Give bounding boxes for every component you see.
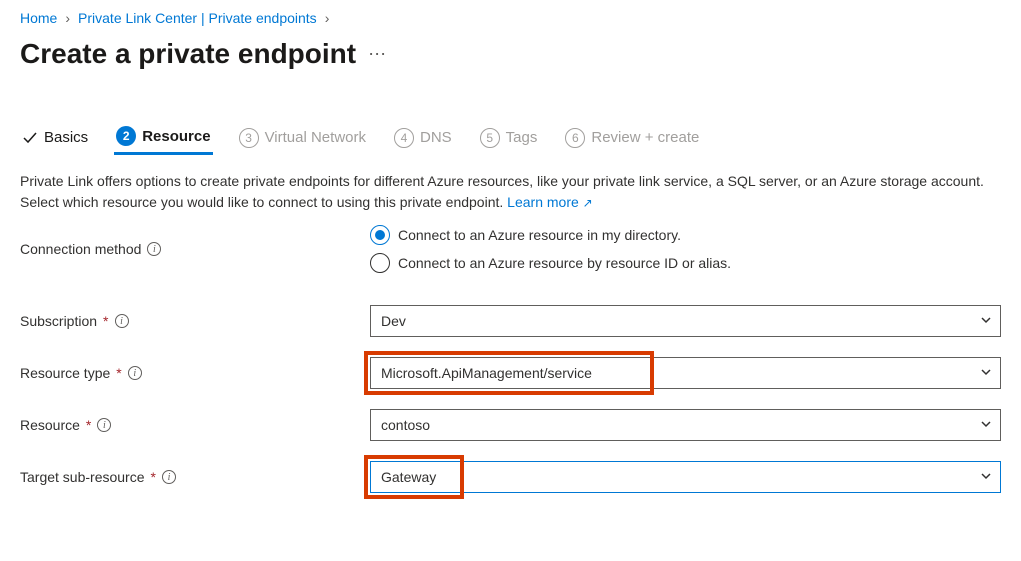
target-sub-resource-value: Gateway <box>381 469 436 485</box>
required-asterisk: * <box>151 469 156 485</box>
connection-method-radio-group: Connect to an Azure resource in my direc… <box>370 225 1001 273</box>
step-badge-3: 3 <box>239 128 259 148</box>
connection-method-label: Connection method <box>20 241 141 257</box>
breadcrumb: Home › Private Link Center | Private end… <box>20 10 1001 26</box>
wizard-tabs: Basics 2 Resource 3 Virtual Network 4 DN… <box>20 120 1001 155</box>
radio-icon <box>370 253 390 273</box>
tab-basics-label: Basics <box>44 129 88 146</box>
checkmark-icon <box>22 130 38 146</box>
resource-value: contoso <box>381 417 430 433</box>
chevron-right-icon: › <box>65 10 70 26</box>
radio-directory-label: Connect to an Azure resource in my direc… <box>398 227 681 243</box>
tab-vnet-label: Virtual Network <box>265 129 366 146</box>
row-connection-method: Connection method i Connect to an Azure … <box>20 225 1001 273</box>
description-body: Private Link offers options to create pr… <box>20 173 984 210</box>
row-resource: Resource * i contoso <box>20 409 1001 441</box>
chevron-down-icon <box>980 313 992 329</box>
tab-tags-label: Tags <box>506 129 538 146</box>
tab-review-label: Review + create <box>591 129 699 146</box>
target-sub-resource-label: Target sub-resource <box>20 469 145 485</box>
info-icon[interactable]: i <box>162 470 176 484</box>
external-link-icon: ↗ <box>583 196 593 210</box>
radio-resource-id[interactable]: Connect to an Azure resource by resource… <box>370 253 1001 273</box>
info-icon[interactable]: i <box>115 314 129 328</box>
row-resource-type: Resource type * i Microsoft.ApiManagemen… <box>20 357 1001 389</box>
chevron-down-icon <box>980 365 992 381</box>
tab-dns[interactable]: 4 DNS <box>392 122 454 154</box>
info-icon[interactable]: i <box>97 418 111 432</box>
tab-review-create[interactable]: 6 Review + create <box>563 122 701 154</box>
resource-type-label: Resource type <box>20 365 110 381</box>
learn-more-link[interactable]: Learn more <box>507 194 579 210</box>
breadcrumb-home[interactable]: Home <box>20 10 57 26</box>
tab-resource[interactable]: 2 Resource <box>114 120 212 155</box>
subscription-select[interactable]: Dev <box>370 305 1001 337</box>
target-sub-resource-select[interactable]: Gateway <box>370 461 1001 493</box>
radio-azure-directory[interactable]: Connect to an Azure resource in my direc… <box>370 225 1001 245</box>
required-asterisk: * <box>116 365 121 381</box>
radio-icon <box>370 225 390 245</box>
description-text: Private Link offers options to create pr… <box>20 171 1000 213</box>
chevron-right-icon: › <box>325 10 330 26</box>
resource-select[interactable]: contoso <box>370 409 1001 441</box>
resource-type-value: Microsoft.ApiManagement/service <box>381 365 592 381</box>
required-asterisk: * <box>86 417 91 433</box>
tab-dns-label: DNS <box>420 129 452 146</box>
tab-tags[interactable]: 5 Tags <box>478 122 540 154</box>
page-title: Create a private endpoint <box>20 38 356 70</box>
tab-resource-label: Resource <box>142 128 210 145</box>
info-icon[interactable]: i <box>147 242 161 256</box>
step-badge-2: 2 <box>116 126 136 146</box>
chevron-down-icon <box>980 469 992 485</box>
tab-basics[interactable]: Basics <box>20 123 90 152</box>
row-target-sub-resource: Target sub-resource * i Gateway <box>20 461 1001 493</box>
info-icon[interactable]: i <box>128 366 142 380</box>
step-badge-6: 6 <box>565 128 585 148</box>
chevron-down-icon <box>980 417 992 433</box>
resource-type-select[interactable]: Microsoft.ApiManagement/service <box>370 357 1001 389</box>
more-actions-button[interactable]: ⋯ <box>368 44 386 65</box>
breadcrumb-plc[interactable]: Private Link Center | Private endpoints <box>78 10 317 26</box>
row-subscription: Subscription * i Dev <box>20 305 1001 337</box>
step-badge-5: 5 <box>480 128 500 148</box>
radio-id-label: Connect to an Azure resource by resource… <box>398 255 731 271</box>
subscription-label: Subscription <box>20 313 97 329</box>
subscription-value: Dev <box>381 313 406 329</box>
resource-label: Resource <box>20 417 80 433</box>
page-title-row: Create a private endpoint ⋯ <box>20 38 1001 70</box>
step-badge-4: 4 <box>394 128 414 148</box>
required-asterisk: * <box>103 313 108 329</box>
tab-virtual-network[interactable]: 3 Virtual Network <box>237 122 368 154</box>
